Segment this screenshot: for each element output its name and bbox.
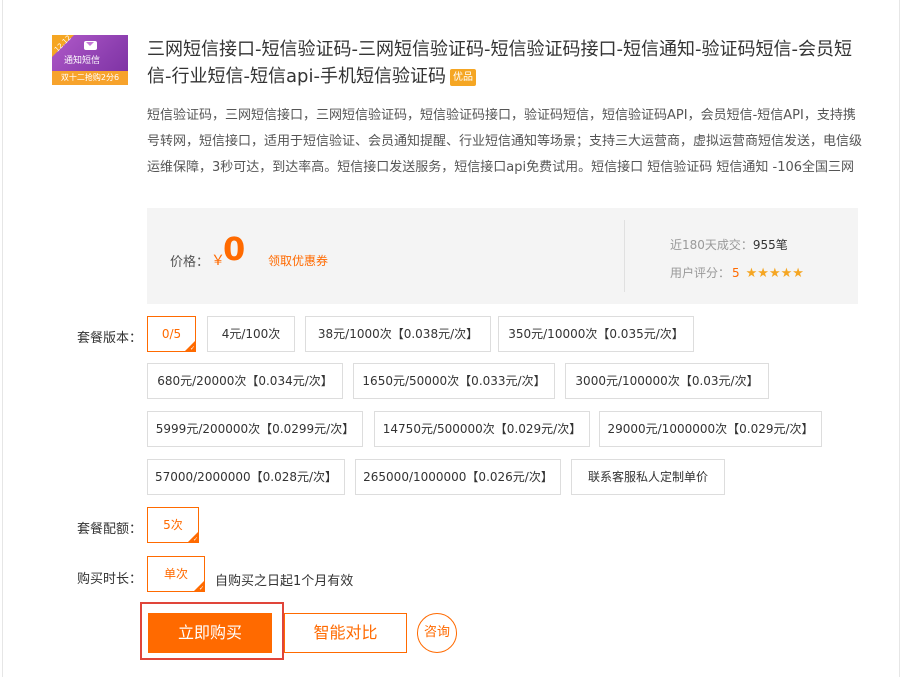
sales-value: 955笔 xyxy=(752,238,788,252)
duration-option[interactable]: 单次 xyxy=(147,556,205,592)
product-title-text: 三网短信接口-短信验证码-三网短信验证码-短信验证码接口-短信通知-验证码短信-… xyxy=(147,39,852,87)
duration-note: 自购买之日起1个月有效 xyxy=(215,574,354,589)
product-title: 三网短信接口-短信验证码-三网短信验证码-短信验证码接口-短信通知-验证码短信-… xyxy=(147,36,859,90)
package-quota-label: 套餐配额： xyxy=(77,522,143,537)
product-description: 短信验证码，三网短信接口，三网短信验证码，短信验证码接口，验证码短信，短信验证码… xyxy=(147,108,863,175)
package-option[interactable]: 0/5 xyxy=(147,316,196,352)
package-option[interactable]: 14750元/500000次【0.029元/次】 xyxy=(374,411,590,447)
price-label: 价格： xyxy=(170,255,210,270)
consult-button[interactable]: 咨询 xyxy=(417,613,457,653)
coupon-link[interactable]: 领取优惠券 xyxy=(268,252,328,269)
package-option[interactable]: 38元/1000次【0.038元/次】 xyxy=(305,316,491,352)
sales-count: 近180天成交：955笔 xyxy=(670,236,788,253)
package-option-custom[interactable]: 联系客服私人定制单价 xyxy=(571,459,725,495)
package-option[interactable]: 1650元/50000次【0.033元/次】 xyxy=(353,363,555,399)
envelope-icon xyxy=(84,41,97,50)
quality-badge: 优品 xyxy=(449,69,476,86)
buy-now-button[interactable]: 立即购买 xyxy=(148,613,272,653)
package-option[interactable]: 680元/20000次【0.034元/次】 xyxy=(147,363,343,399)
package-option[interactable]: 5999元/200000次【0.0299元/次】 xyxy=(147,411,363,447)
package-option[interactable]: 4元/100次 xyxy=(207,316,295,352)
package-version-label: 套餐版本： xyxy=(77,331,143,346)
package-option[interactable]: 3000元/100000次【0.03元/次】 xyxy=(565,363,769,399)
user-rating: 用户评分： 5 ★★★★★ xyxy=(670,264,804,281)
thumbnail-promo-bar: 双十二抢购2分6 xyxy=(52,71,128,85)
package-option[interactable]: 265000/1000000【0.026元/次】 xyxy=(355,459,561,495)
sales-label: 近180天成交： xyxy=(670,238,753,252)
purchase-duration-label: 购买时长： xyxy=(77,572,143,587)
product-thumbnail: 12.12 通知短信 双十二抢购2分6 xyxy=(52,35,128,85)
rating-label: 用户评分： xyxy=(670,266,731,280)
package-option[interactable]: 350元/10000次【0.035元/次】 xyxy=(498,316,694,352)
stats-divider xyxy=(624,220,625,292)
rating-value: 5 xyxy=(732,266,740,280)
thumbnail-label: 通知短信 xyxy=(64,56,101,66)
package-option[interactable]: 29000元/1000000次【0.029元/次】 xyxy=(599,411,822,447)
rating-stars-icon: ★★★★★ xyxy=(745,266,804,281)
smart-compare-button[interactable]: 智能对比 xyxy=(284,613,407,653)
package-option[interactable]: 57000/2000000【0.028元/次】 xyxy=(147,459,345,495)
quota-option[interactable]: 5次 xyxy=(147,507,199,543)
price-panel: 价格： ￥ 0 领取优惠券 近180天成交：955笔 用户评分： 5 ★★★★★ xyxy=(147,208,858,304)
price-value: 0 xyxy=(223,230,246,268)
